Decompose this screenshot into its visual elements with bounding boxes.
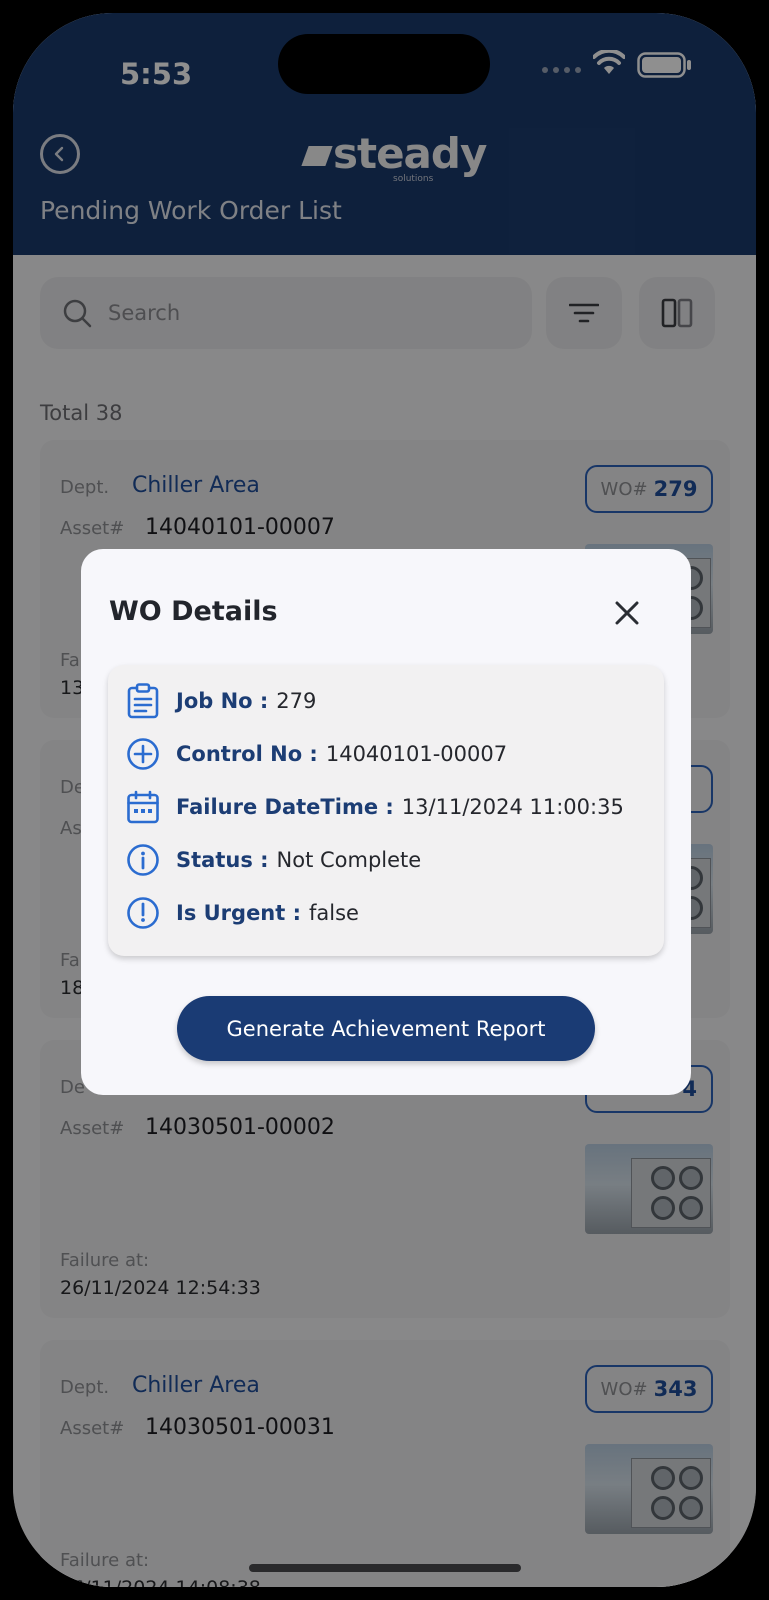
status-value: Not Complete	[276, 848, 422, 872]
failure-datetime-key: Failure DateTime :	[176, 795, 394, 819]
is-urgent-row: Is Urgent : false	[125, 895, 359, 931]
plus-circle-icon	[125, 736, 161, 772]
close-button[interactable]	[609, 595, 645, 631]
failure-datetime-value: 13/11/2024 11:00:35	[401, 795, 624, 819]
close-icon	[615, 601, 639, 625]
dialog-title: WO Details	[109, 596, 278, 627]
generate-report-button[interactable]: Generate Achievement Report	[177, 996, 595, 1061]
is-urgent-value: false	[309, 901, 359, 925]
control-no-row: Control No : 14040101-00007	[125, 736, 507, 772]
status-row: Status : Not Complete	[125, 842, 421, 878]
failure-datetime-row: Failure DateTime : 13/11/2024 11:00:35	[125, 789, 624, 825]
alert-circle-icon	[125, 895, 161, 931]
calendar-icon	[125, 789, 161, 825]
control-no-key: Control No :	[176, 742, 318, 766]
job-no-key: Job No :	[176, 689, 269, 713]
job-no-row: Job No : 279	[125, 683, 316, 719]
home-indicator[interactable]	[249, 1564, 521, 1572]
control-no-value: 14040101-00007	[325, 742, 508, 766]
job-no-value: 279	[276, 689, 317, 713]
clipboard-icon	[125, 683, 161, 719]
details-panel: Job No : 279 Control No : 14040101-00007	[108, 665, 664, 956]
status-key: Status :	[176, 848, 269, 872]
info-icon	[125, 842, 161, 878]
is-urgent-key: Is Urgent :	[176, 901, 302, 925]
wo-details-dialog: WO Details Job No : 279 Control No: 140…	[81, 549, 691, 1095]
